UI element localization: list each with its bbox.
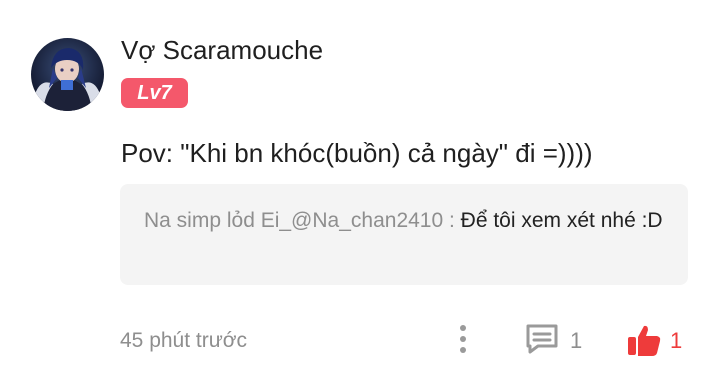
thumbs-up-icon[interactable] xyxy=(626,322,662,358)
reply-count: 1 xyxy=(570,328,583,353)
avatar-image xyxy=(31,38,104,111)
timestamp: 45 phút trước xyxy=(120,329,248,352)
like-count: 1 xyxy=(670,328,683,353)
reply-content: Na simp lỏd Ei_@Na_chan2410 : Để tôi xem… xyxy=(144,206,664,236)
level-badge: Lv7 xyxy=(121,78,188,108)
reply-preview[interactable]: Na simp lỏd Ei_@Na_chan2410 : Để tôi xem… xyxy=(120,184,688,285)
username[interactable]: Vợ Scaramouche xyxy=(121,33,323,67)
comment-icon[interactable] xyxy=(524,322,560,356)
reply-author[interactable]: Na simp lỏd Ei_@Na_chan2410 : xyxy=(144,209,461,232)
more-vertical-icon[interactable] xyxy=(452,322,474,358)
comment-card: Vợ Scaramouche Lv7 Pov: "Khi bn khóc(buồ… xyxy=(0,0,720,385)
comment-text: Pov: "Khi bn khóc(buồn) cả ngày" đi =)))… xyxy=(121,138,593,168)
avatar[interactable] xyxy=(31,38,104,111)
reply-text: Để tôi xem xét nhé :D xyxy=(460,209,663,232)
